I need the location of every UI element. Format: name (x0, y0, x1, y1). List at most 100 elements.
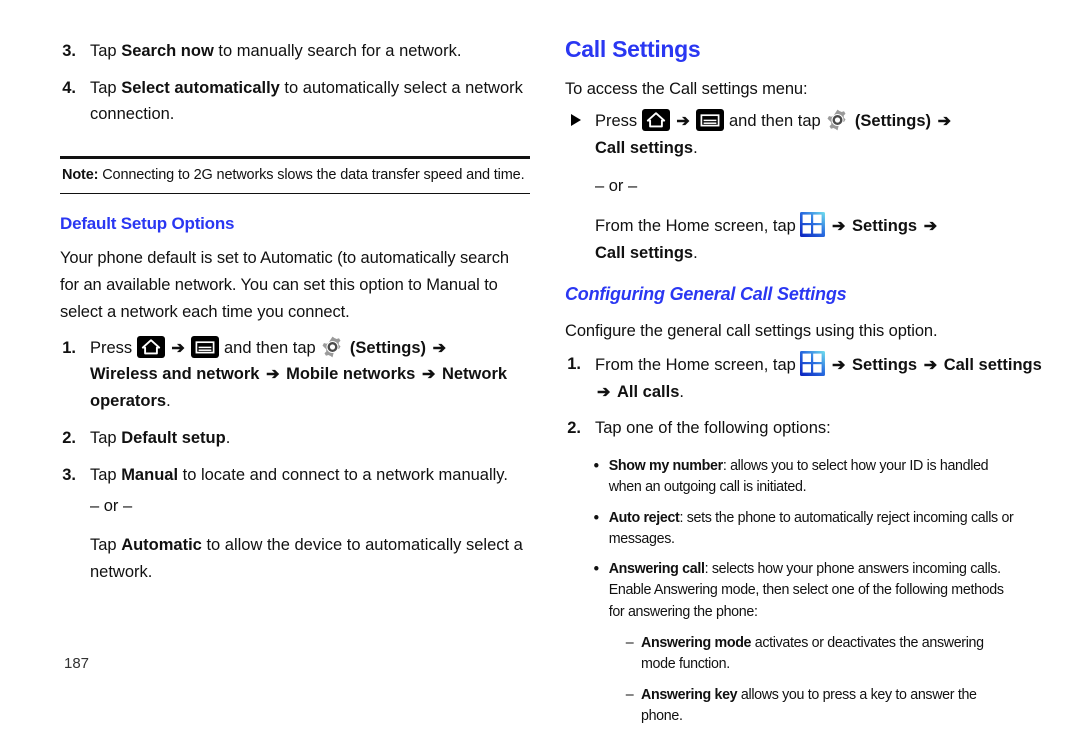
arrow-icon: ➔ (923, 357, 938, 375)
menu-path-item: Wireless and network (90, 365, 260, 384)
list-item: 4. Tap Select automatically to automatic… (60, 75, 530, 128)
list-item: Press ➔ and then tap (Settings) ➔ Call s… (565, 108, 1045, 267)
period: . (679, 383, 684, 402)
arrow-icon: ➔ (832, 218, 846, 236)
home-screen-label: From the Home screen, tap (595, 217, 796, 236)
arrow-icon: ➔ (421, 366, 436, 384)
step-text-part: to locate and connect to a network manua… (178, 465, 508, 484)
step-text-part: Tap (90, 465, 122, 484)
step-text-bold: Default setup (121, 429, 226, 448)
period: . (166, 392, 171, 411)
subsection-heading-configuring-general-call-settings: Configuring General Call Settings (565, 283, 847, 304)
apps-grid-icon[interactable] (800, 351, 826, 377)
step-number: 1. (567, 355, 581, 374)
note-rule-bottom (60, 192, 530, 195)
option-text: Show my number: allows you to select how… (609, 455, 1021, 498)
list-item: 2. Tap one of the following options: (565, 415, 1045, 442)
step-text-bold: Automatic (121, 536, 202, 555)
step-text-part: Tap (90, 429, 122, 448)
bullet-dot-icon: • (593, 559, 600, 579)
sub-option-text: Answering mode activates or deactivates … (641, 632, 1021, 675)
step-text: Tap one of the following options: (595, 419, 831, 438)
note-box: Note: Connecting to 2G networks slows th… (60, 156, 530, 195)
period: . (693, 243, 698, 262)
gear-settings-icon[interactable] (825, 108, 850, 132)
and-then-tap-label: and then tap (728, 111, 821, 130)
settings-label: (Settings) (349, 338, 426, 357)
step-number: 4. (62, 78, 76, 97)
or-divider: – or – (90, 496, 133, 515)
list-item: • Auto reject: sets the phone to automat… (594, 507, 1022, 550)
step-text-part: Tap (90, 78, 122, 97)
menu-path-item: Call settings (595, 243, 694, 262)
triangle-bullet-icon (565, 108, 595, 133)
option-term: Answering call (608, 560, 705, 578)
home-icon[interactable] (641, 108, 670, 131)
list-item: 1. Press ➔ and then tap (Settings) ➔ Wir… (60, 335, 530, 416)
bullet-dot-icon: • (593, 507, 600, 527)
intro-paragraph: Your phone default is set to Automatic (… (60, 249, 509, 321)
list-item: • Show my number: allows you to select h… (594, 455, 1022, 498)
page-number: 187 (64, 655, 90, 672)
menu-path-item: Call settings (595, 138, 694, 157)
step-text-part: to manually search for a network. (213, 42, 462, 60)
left-column: 3. Tap Search now to manually search for… (60, 0, 530, 586)
step-text: Tap Manual to locate and connect to a ne… (90, 462, 530, 586)
home-screen-label: From the Home screen, tap (595, 356, 796, 375)
period: . (693, 138, 698, 157)
list-item: • Answering call: selects how your phone… (594, 558, 1022, 622)
menu-path-item: All calls (617, 383, 680, 402)
or-divider: – or – (595, 177, 638, 196)
step-text: Tap Select automatically to automaticall… (90, 75, 530, 128)
note-body: Connecting to 2G networks slows the data… (102, 167, 525, 184)
note-label: Note: (62, 167, 99, 184)
menu-path-item: Call settings (943, 356, 1042, 375)
arrow-icon: ➔ (432, 339, 446, 357)
step-text-part: Tap (90, 42, 122, 60)
gear-settings-icon[interactable] (320, 335, 345, 359)
arrow-icon: ➔ (597, 384, 611, 402)
step-number: 1. (62, 338, 76, 357)
and-then-tap-label: and then tap (223, 338, 316, 357)
list-item: 3. Tap Manual to locate and connect to a… (60, 462, 530, 586)
option-term: Auto reject (608, 508, 680, 526)
bullet-dot-icon: • (593, 455, 600, 475)
options-list: • Show my number: allows you to select h… (565, 455, 1021, 726)
home-icon[interactable] (136, 335, 165, 358)
list-item: 1. From the Home screen, tap ➔ Settings … (565, 351, 1045, 406)
step-text: From the Home screen, tap ➔ Settings ➔ C… (595, 351, 1045, 406)
press-label: Press (595, 111, 638, 130)
option-term: Show my number (608, 456, 723, 474)
arrow-icon: ➔ (266, 366, 280, 384)
step-number: 3. (62, 465, 76, 484)
menu-icon[interactable] (696, 108, 725, 131)
intro-text: To access the Call settings menu: (565, 80, 808, 98)
note-text: Note: Connecting to 2G networks slows th… (60, 159, 530, 193)
alt-step-text: Tap Automatic to allow the device to aut… (90, 532, 530, 585)
step-text: Tap Search now to manually search for a … (90, 38, 530, 65)
list-item: – Answering mode activates or deactivate… (626, 632, 1021, 675)
step-text-part: . (225, 429, 231, 448)
option-text: Auto reject: sets the phone to automatic… (609, 507, 1021, 550)
sub-options-list: – Answering mode activates or deactivate… (594, 632, 1022, 726)
arrow-icon: ➔ (676, 112, 690, 130)
step-number: 2. (62, 429, 76, 448)
step-text: Press ➔ and then tap (90, 335, 530, 416)
press-label: Press (90, 338, 133, 357)
menu-path-item: Settings (852, 217, 918, 236)
manual-page: 3. Tap Search now to manually search for… (0, 0, 1080, 724)
menu-icon[interactable] (191, 335, 220, 358)
subsection-intro: Configure the general call settings usin… (565, 321, 938, 340)
dash-bullet-icon: – (625, 634, 634, 652)
step-text-bold: Manual (121, 465, 179, 484)
step-text: Tap Default setup. (90, 425, 530, 452)
menu-path-item: Settings (852, 356, 918, 375)
right-column: Call Settings To access the Call setting… (565, 0, 1045, 735)
settings-label: (Settings) (854, 111, 931, 130)
arrow-icon: ➔ (171, 339, 185, 357)
home-screen-step: From the Home screen, tap ➔ Settings ➔ C… (595, 212, 1045, 267)
apps-grid-icon[interactable] (800, 212, 826, 238)
step-text: Press ➔ and then tap (595, 108, 1045, 267)
step-text-part: Tap (90, 536, 122, 555)
dash-bullet-icon: – (625, 685, 634, 703)
